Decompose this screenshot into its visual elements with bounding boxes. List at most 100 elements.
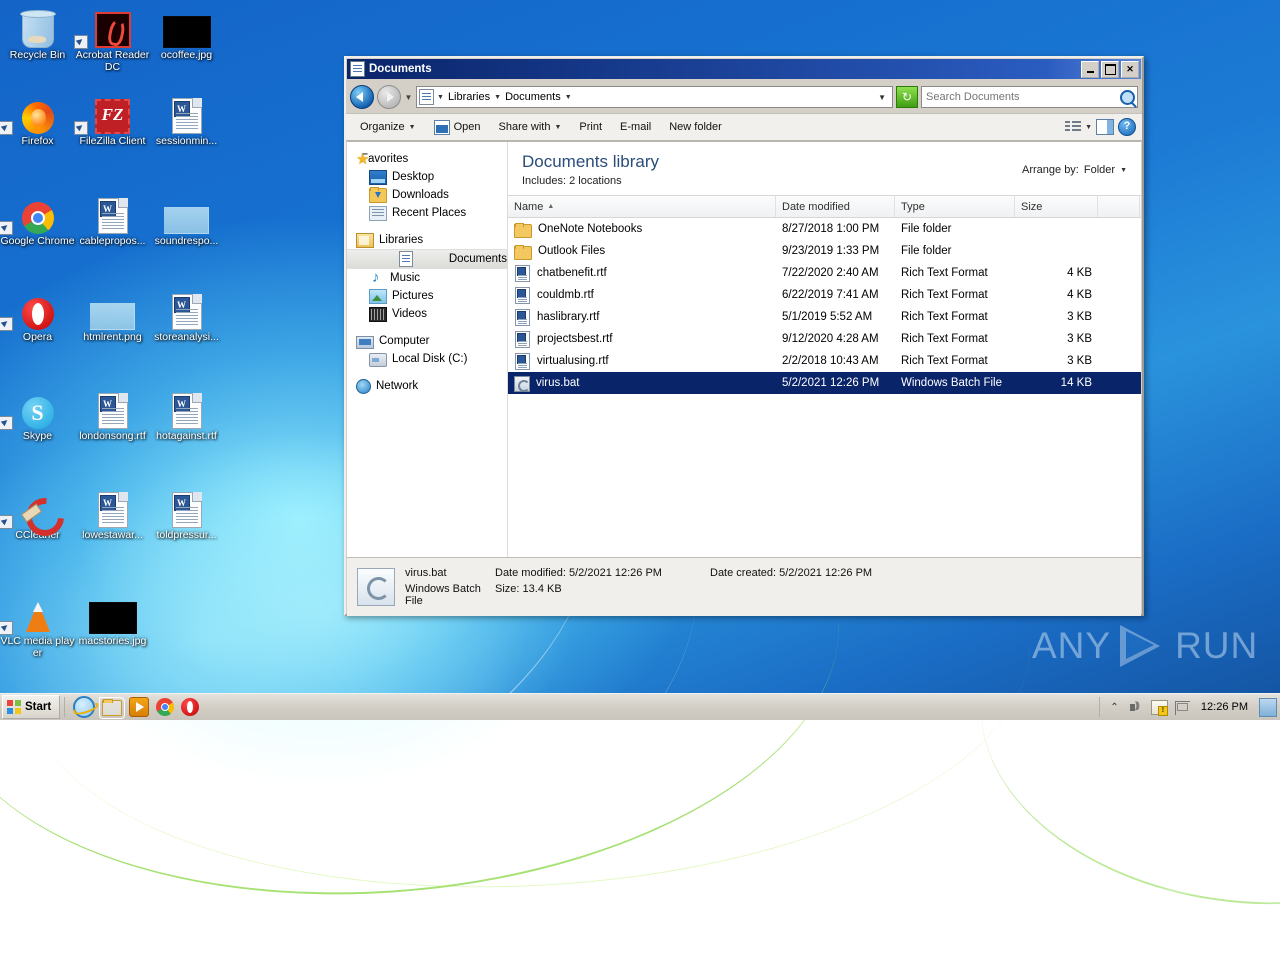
email-button[interactable]: E-mail: [612, 117, 659, 137]
nav-header-computer[interactable]: Computer: [347, 332, 507, 350]
start-button[interactable]: Start: [2, 695, 61, 719]
change-view-icon[interactable]: [1065, 120, 1082, 134]
sidebar-item-local-disk-c[interactable]: Local Disk (C:): [347, 350, 507, 368]
sidebar-item-pictures[interactable]: Pictures: [347, 287, 507, 305]
nav-header-favorites[interactable]: Favorites: [347, 150, 507, 168]
nav-header-label: Computer: [379, 335, 430, 347]
help-icon[interactable]: ?: [1118, 118, 1136, 136]
chevron-down-icon[interactable]: ▼: [1120, 167, 1127, 174]
details-size-label: Size:: [495, 583, 520, 595]
show-desktop-button[interactable]: [1259, 697, 1277, 717]
desktop-icon[interactable]: Google Chrome: [0, 190, 75, 248]
desktop-icon[interactable]: FileZilla Client: [74, 90, 150, 148]
library-header: Documents library Includes: 2 locations …: [508, 142, 1141, 195]
windows-explorer-icon[interactable]: [99, 697, 126, 719]
desktop-icon[interactable]: Acrobat Reader DC: [74, 4, 150, 73]
internet-explorer-icon[interactable]: [73, 696, 96, 718]
network-flag-icon[interactable]: [1174, 701, 1190, 715]
table-row[interactable]: OneNote Notebooks 8/27/2018 1:00 PM File f…: [508, 218, 1141, 240]
column-header-date-modified[interactable]: Date modified: [776, 196, 895, 217]
desktop-icon[interactable]: Wlondonsong.rtf: [75, 385, 150, 443]
navigation-pane[interactable]: Favorites Desktop Downloads Recent Places Li…: [347, 142, 508, 557]
search-input[interactable]: [922, 91, 1117, 103]
column-header-name[interactable]: Name ▲: [508, 196, 776, 217]
desktop-icon[interactable]: Wlowestawar...: [75, 484, 150, 542]
sidebar-item-videos[interactable]: Videos: [347, 305, 507, 323]
file-list[interactable]: OneNote Notebooks 8/27/2018 1:00 PM File f…: [508, 218, 1141, 557]
file-name: haslibrary.rtf: [537, 311, 600, 323]
search-icon[interactable]: [1117, 88, 1137, 106]
column-header-blank[interactable]: [1098, 196, 1140, 217]
breadcrumb-caret-icon[interactable]: ▼: [564, 94, 573, 101]
table-row[interactable]: couldmb.rtf 6/22/2019 7:41 AM Rich Text Fo…: [508, 284, 1141, 306]
desktop-icon[interactable]: Skype: [0, 385, 75, 443]
breadcrumb-caret-icon[interactable]: ▼: [493, 94, 502, 101]
arrange-by-value[interactable]: Folder: [1084, 164, 1115, 176]
back-button[interactable]: [350, 85, 374, 109]
sidebar-item-recent-places[interactable]: Recent Places: [347, 204, 507, 222]
address-bar[interactable]: ▼ Libraries ▼ Documents ▼ ▼: [416, 86, 893, 108]
media-player-icon[interactable]: [129, 697, 150, 717]
chrome-icon[interactable]: [156, 698, 175, 716]
arrange-by-label: Arrange by:: [1022, 164, 1079, 176]
desktop-icon[interactable]: CCleaner: [0, 484, 75, 542]
sidebar-item-label: Recent Places: [392, 207, 467, 219]
sidebar-item-documents[interactable]: Documents: [347, 249, 507, 269]
maximize-button[interactable]: [1101, 60, 1119, 78]
minimize-button[interactable]: [1081, 60, 1099, 78]
desktop-icon[interactable]: ocoffee.jpg: [149, 4, 224, 62]
breadcrumb-caret-icon[interactable]: ▼: [436, 94, 445, 101]
command-bar-right: ▼ ?: [1065, 118, 1136, 136]
volume-icon[interactable]: [1129, 700, 1144, 715]
desktop-icon[interactable]: VLC media player: [0, 590, 75, 659]
chevron-down-icon[interactable]: ▼: [1085, 124, 1092, 131]
forward-button[interactable]: [377, 85, 401, 109]
explorer-window[interactable]: Documents ✕ ▼ ▼ Libraries ▼ Documents ▼ …: [344, 56, 1144, 616]
table-row[interactable]: projectsbest.rtf 9/12/2020 4:28 AM Rich Te…: [508, 328, 1141, 350]
breadcrumb-libraries[interactable]: Libraries: [446, 91, 492, 103]
action-center-icon[interactable]: [1150, 700, 1168, 716]
nav-header-libraries[interactable]: Libraries: [347, 231, 507, 249]
window-title-bar[interactable]: Documents ✕: [347, 59, 1141, 79]
desktop-icon[interactable]: Firefox: [0, 90, 75, 148]
desktop-icon[interactable]: Wcablepropos...: [75, 190, 150, 248]
close-button[interactable]: ✕: [1121, 60, 1139, 78]
chrome-icon: [0, 190, 75, 235]
sidebar-item-desktop[interactable]: Desktop: [347, 168, 507, 186]
address-history-caret-icon[interactable]: ▼: [874, 93, 890, 102]
desktop-icon[interactable]: Opera: [0, 286, 75, 344]
share-with-button[interactable]: Share with ▼: [491, 117, 570, 137]
taskbar-clock[interactable]: 12:26 PM: [1197, 701, 1252, 713]
sidebar-item-downloads[interactable]: Downloads: [347, 186, 507, 204]
organize-button[interactable]: Organize ▼: [352, 117, 424, 137]
desktop-icon[interactable]: macstories.jpg: [75, 590, 150, 648]
column-header-size[interactable]: Size: [1015, 196, 1098, 217]
table-row[interactable]: virus.bat 5/2/2021 12:26 PM Windows Batch …: [508, 372, 1141, 394]
opera-icon[interactable]: [181, 698, 200, 716]
table-row[interactable]: haslibrary.rtf 5/1/2019 5:52 AM Rich Text …: [508, 306, 1141, 328]
preview-pane-icon[interactable]: [1096, 119, 1114, 135]
column-header-type[interactable]: Type: [895, 196, 1015, 217]
recent-pages-caret-icon[interactable]: ▼: [404, 93, 413, 102]
table-row[interactable]: virtualusing.rtf 2/2/2018 10:43 AM Rich Te…: [508, 350, 1141, 372]
breadcrumb-documents[interactable]: Documents: [503, 91, 563, 103]
table-row[interactable]: chatbenefit.rtf 7/22/2020 2:40 AM Rich Tex…: [508, 262, 1141, 284]
table-row[interactable]: Outlook Files 9/23/2019 1:33 PM File folde…: [508, 240, 1141, 262]
desktop-icon[interactable]: htmlrent.png: [75, 286, 150, 344]
desktop-icon[interactable]: Wsessionmin...: [149, 90, 224, 148]
file-date-modified: 5/2/2021 12:26 PM: [782, 377, 880, 389]
nav-header-network[interactable]: Network: [347, 377, 507, 395]
open-button[interactable]: Open: [426, 116, 489, 139]
print-button[interactable]: Print: [571, 117, 610, 137]
desktop-icon[interactable]: Wtoldpressur...: [149, 484, 224, 542]
desktop-icon[interactable]: Recycle Bin: [0, 4, 75, 62]
refresh-button[interactable]: ↻: [896, 86, 918, 108]
new-folder-button[interactable]: New folder: [661, 117, 730, 137]
desktop-icon[interactable]: Wstoreanalysi...: [149, 286, 224, 344]
desktop-icon[interactable]: soundrespo...: [149, 190, 224, 248]
sidebar-item-music[interactable]: Music: [347, 269, 507, 287]
desktop-icon-label: toldpressur...: [156, 529, 217, 541]
search-box[interactable]: [921, 86, 1138, 108]
desktop-icon[interactable]: Whotagainst.rtf: [149, 385, 224, 443]
show-hidden-icons-chevron[interactable]: ⌃: [1107, 700, 1122, 715]
